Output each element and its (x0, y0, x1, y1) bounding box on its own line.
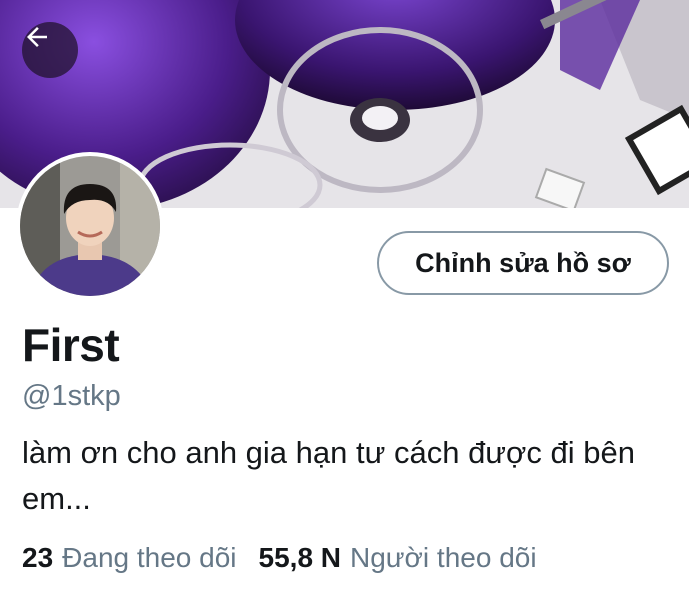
profile-handle: @1stkp (22, 380, 121, 412)
followers-label: Người theo dõi (350, 542, 537, 573)
following-link[interactable]: 23 Đang theo dõi (22, 542, 237, 574)
profile-stats: 23 Đang theo dõi 55,8 N Người theo dõi (22, 542, 537, 574)
edit-profile-button[interactable]: Chỉnh sửa hồ sơ (377, 231, 669, 295)
profile-avatar[interactable] (16, 152, 164, 300)
following-count: 23 (22, 542, 54, 573)
profile-bio: làm ơn cho anh gia hạn tư cách được đi b… (22, 435, 635, 516)
avatar-photo (20, 156, 160, 296)
following-label: Đang theo dõi (62, 542, 237, 573)
back-button[interactable] (22, 22, 78, 78)
followers-link[interactable]: 55,8 N Người theo dõi (259, 542, 537, 574)
arrow-left-icon (27, 27, 47, 47)
profile-name: First (22, 319, 120, 371)
followers-count: 55,8 N (258, 542, 342, 573)
